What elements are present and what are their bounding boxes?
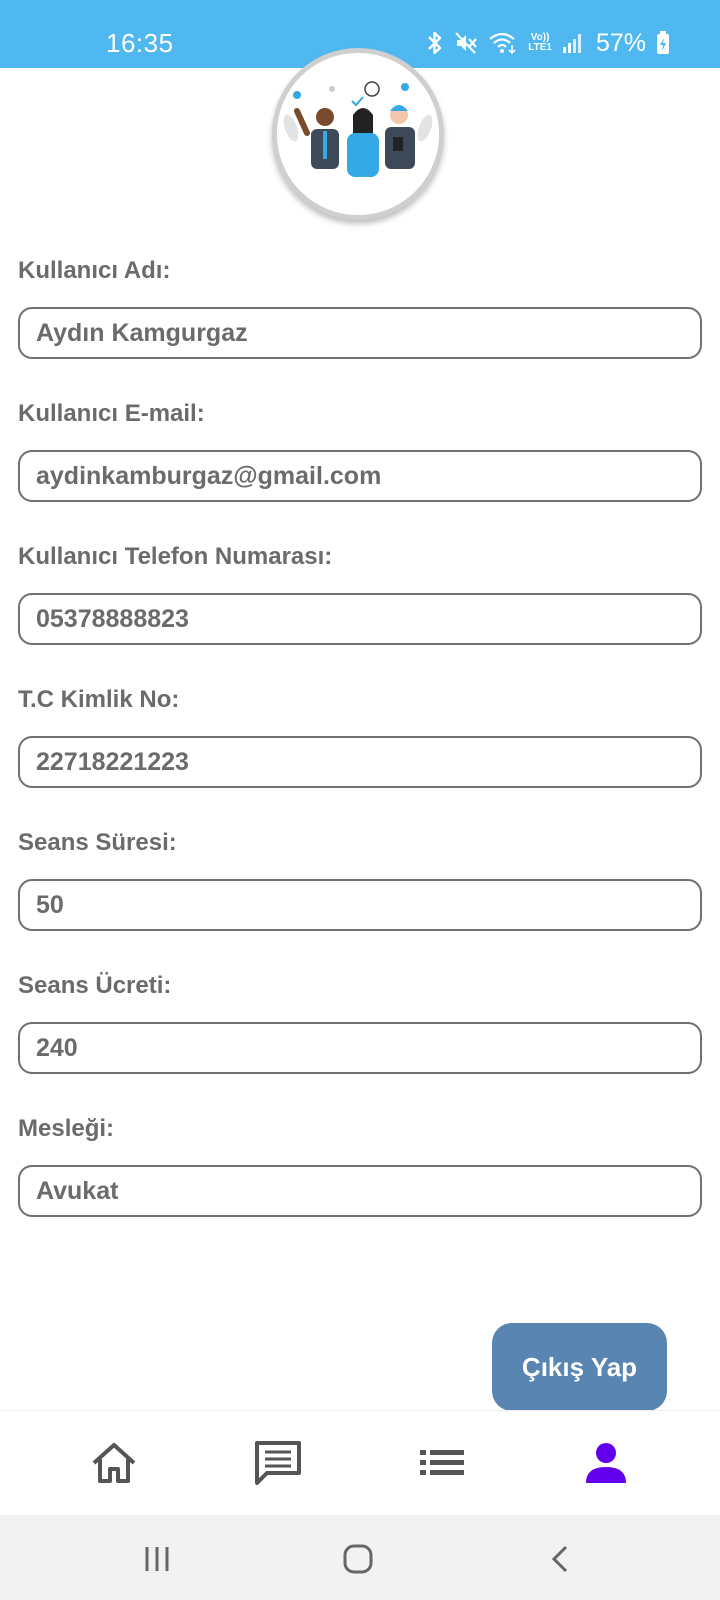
wifi-icon bbox=[489, 32, 516, 55]
username-value: Aydın Kamgurgaz bbox=[36, 319, 248, 347]
email-field[interactable]: aydinkamburgaz@gmail.com bbox=[18, 450, 702, 502]
recents-icon bbox=[145, 1547, 169, 1571]
system-home-button[interactable] bbox=[333, 1537, 383, 1581]
bottom-nav bbox=[0, 1410, 720, 1515]
recents-button[interactable] bbox=[132, 1537, 182, 1581]
session-fee-field[interactable]: 240 bbox=[18, 1022, 702, 1074]
profession-label: Mesleği: bbox=[18, 1115, 115, 1142]
bluetooth-icon bbox=[428, 31, 442, 55]
chat-icon bbox=[255, 1441, 301, 1485]
phone-label: Kullanıcı Telefon Numarası: bbox=[18, 543, 333, 570]
session-duration-value: 50 bbox=[36, 891, 64, 919]
session-fee-label: Seans Ücreti: bbox=[18, 972, 172, 999]
username-field[interactable]: Aydın Kamgurgaz bbox=[18, 307, 702, 359]
nav-list[interactable] bbox=[412, 1435, 472, 1491]
tc-id-label: T.C Kimlik No: bbox=[18, 686, 180, 713]
list-icon bbox=[420, 1450, 464, 1475]
volte-label-bottom: LTE1 bbox=[528, 42, 552, 53]
battery-icon bbox=[657, 31, 669, 54]
email-value: aydinkamburgaz@gmail.com bbox=[36, 462, 382, 490]
back-button[interactable] bbox=[535, 1537, 585, 1581]
back-icon bbox=[551, 1545, 568, 1573]
tc-id-field[interactable]: 22718221223 bbox=[18, 736, 702, 788]
mute-icon bbox=[455, 32, 478, 54]
home-circle-icon bbox=[343, 1544, 373, 1574]
nav-messages[interactable] bbox=[248, 1435, 308, 1491]
status-time: 16:35 bbox=[106, 28, 174, 58]
email-label: Kullanıcı E-mail: bbox=[18, 400, 205, 427]
avatar bbox=[272, 48, 444, 220]
session-duration-field[interactable]: 50 bbox=[18, 879, 702, 931]
session-duration-label: Seans Süresi: bbox=[18, 829, 177, 856]
signal-icon bbox=[562, 34, 581, 53]
nav-profile[interactable] bbox=[576, 1435, 636, 1491]
logout-button[interactable]: Çıkış Yap bbox=[492, 1323, 667, 1411]
status-icons: Vo)) LTE1 57% bbox=[426, 26, 670, 60]
nav-home[interactable] bbox=[84, 1435, 144, 1491]
phone-value: 05378888823 bbox=[36, 605, 189, 633]
home-icon bbox=[92, 1443, 136, 1483]
profession-value: Avukat bbox=[36, 1177, 119, 1205]
profession-field[interactable]: Avukat bbox=[18, 1165, 702, 1217]
system-nav bbox=[0, 1515, 720, 1600]
tc-id-value: 22718221223 bbox=[36, 748, 189, 776]
team-illustration bbox=[277, 53, 439, 215]
session-fee-value: 240 bbox=[36, 1034, 78, 1062]
volte-icon: Vo)) LTE1 bbox=[528, 33, 552, 53]
profile-icon bbox=[586, 1443, 626, 1483]
phone-field[interactable]: 05378888823 bbox=[18, 593, 702, 645]
username-label: Kullanıcı Adı: bbox=[18, 257, 171, 284]
battery-percent: 57% bbox=[595, 29, 646, 57]
